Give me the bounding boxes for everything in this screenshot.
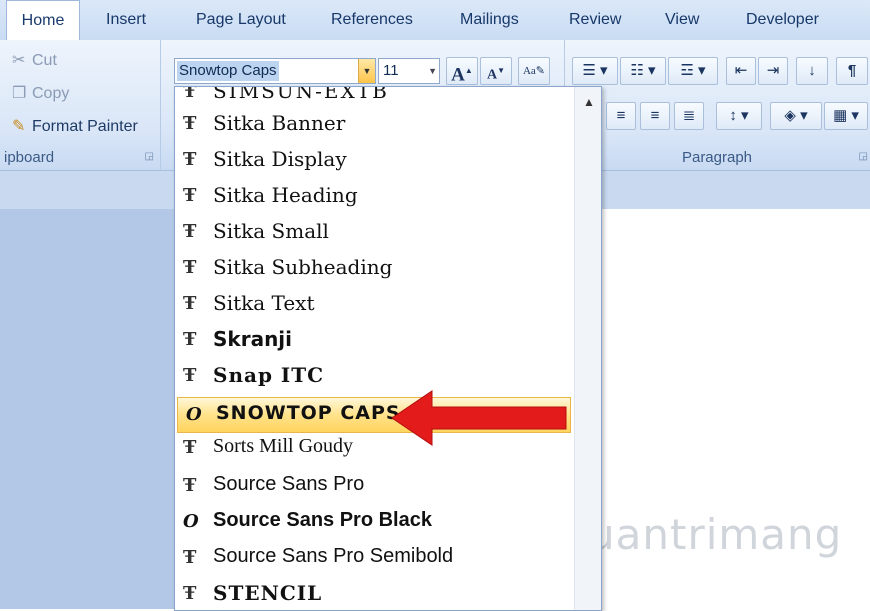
truetype-font-icon: Ŧ	[183, 547, 197, 568]
grow-font-button[interactable]: A▲	[446, 57, 478, 85]
show-hide-icon[interactable]: ¶	[836, 57, 868, 85]
font-list-item[interactable]: Ŧ Source Sans Pro Semibold	[175, 541, 571, 575]
shading-icon[interactable]: ◈ ▾	[770, 102, 822, 130]
font-list-item-label: Source Sans Pro Black	[213, 509, 432, 531]
font-list-item[interactable]: Ŧ Skranji	[175, 323, 571, 357]
clipboard-group: ✂ Cut ❐ Copy ✎ Format Painter ipboard ◲	[0, 40, 161, 170]
red-arrow-annotation	[391, 390, 567, 446]
tab-references[interactable]: References	[331, 0, 413, 40]
truetype-font-icon: Ŧ	[183, 475, 197, 496]
increase-indent-icon[interactable]: ⇥	[758, 57, 788, 85]
decrease-indent-icon[interactable]: ⇤	[726, 57, 756, 85]
multilevel-list-icon[interactable]: ☲ ▾	[668, 57, 718, 85]
font-list-item-label: Sitka Subheading	[213, 255, 393, 279]
watermark-text: uantrimang	[588, 510, 843, 559]
font-dropdown-list[interactable]: Ŧ SIMSUN-EXTB Ŧ Sitka Banner Ŧ Sitka Displa…	[174, 86, 602, 611]
font-list-item-label: Sitka Banner	[213, 111, 346, 135]
opentype-font-icon: O	[186, 404, 202, 425]
font-list-item-label: Source Sans Pro	[213, 473, 365, 495]
truetype-font-icon: Ŧ	[183, 257, 197, 278]
tab-developer[interactable]: Developer	[746, 0, 819, 40]
borders-icon[interactable]: ▦ ▾	[824, 102, 868, 130]
copy-icon: ❐	[12, 85, 27, 102]
font-list-item[interactable]: Ŧ SIMSUN-EXTB	[175, 86, 571, 109]
shrink-font-button[interactable]: A▼	[480, 57, 512, 85]
dialog-launcher-icon[interactable]: ◲	[859, 151, 868, 162]
font-list-item[interactable]: Ŧ Source Sans Pro	[175, 469, 571, 503]
font-list-item-label: SNOWTOP CAPS	[216, 402, 401, 424]
align-right-icon[interactable]: ≡	[640, 102, 670, 130]
font-list-item-label: Source Sans Pro Semibold	[213, 545, 454, 567]
font-list-item-label: Sitka Small	[213, 219, 329, 243]
truetype-font-icon: Ŧ	[183, 86, 197, 102]
left-panel	[0, 209, 175, 609]
paragraph-group-label: Paragraph	[681, 149, 753, 166]
clipboard-group-label: ipboard	[4, 149, 55, 166]
font-list-item[interactable]: Ŧ Sitka Heading	[175, 179, 571, 213]
truetype-font-icon: Ŧ	[183, 583, 197, 604]
font-name-combo[interactable]: Snowtop Caps ▼	[174, 58, 376, 84]
chevron-down-icon[interactable]: ▼	[358, 59, 375, 83]
sort-icon[interactable]: ↓	[796, 57, 828, 85]
tab-home[interactable]: Home	[6, 0, 80, 42]
font-list-item[interactable]: Ŧ Sitka Subheading	[175, 251, 571, 285]
font-list-item-label: Skranji	[213, 327, 293, 351]
font-list-item[interactable]: O Source Sans Pro Black	[175, 505, 571, 539]
tab-insert[interactable]: Insert	[106, 0, 146, 40]
font-list-item[interactable]: Ŧ STENCIL	[175, 577, 571, 610]
scissors-icon: ✂	[12, 52, 26, 69]
cut-button[interactable]: ✂ Cut	[12, 50, 57, 70]
font-list-item-label: Snap ITC	[213, 363, 325, 387]
truetype-font-icon: Ŧ	[183, 329, 197, 350]
chevron-down-icon[interactable]: ▼	[428, 59, 437, 83]
dialog-launcher-icon[interactable]: ◲	[145, 151, 154, 162]
bullets-icon[interactable]: ☰ ▾	[572, 57, 618, 85]
truetype-font-icon: Ŧ	[183, 437, 197, 458]
list-scrollbar[interactable]: ▲	[574, 87, 601, 610]
copy-button[interactable]: ❐ Copy	[12, 83, 69, 103]
tab-page-layout[interactable]: Page Layout	[196, 0, 286, 40]
paintbrush-icon: ✎	[12, 118, 26, 135]
tab-mailings[interactable]: Mailings	[460, 0, 519, 40]
truetype-font-icon: Ŧ	[183, 185, 197, 206]
line-spacing-icon[interactable]: ↕ ▾	[716, 102, 762, 130]
tab-view[interactable]: View	[665, 0, 699, 40]
font-name-value[interactable]: Snowtop Caps	[177, 61, 279, 81]
font-list-item-label: Sorts Mill Goudy	[213, 435, 354, 457]
font-list-item-label: STENCIL	[213, 581, 323, 605]
font-list-item-label: Sitka Heading	[213, 183, 358, 207]
truetype-font-icon: Ŧ	[183, 149, 197, 170]
font-list-item[interactable]: Ŧ Sitka Display	[175, 143, 571, 177]
align-center-icon[interactable]: ≡	[606, 102, 636, 130]
format-painter-button[interactable]: ✎ Format Painter	[12, 116, 138, 136]
truetype-font-icon: Ŧ	[183, 365, 197, 386]
truetype-font-icon: Ŧ	[183, 221, 197, 242]
opentype-font-icon: O	[183, 511, 199, 532]
truetype-font-icon: Ŧ	[183, 113, 197, 134]
font-size-combo[interactable]: 11 ▼	[378, 58, 440, 84]
font-size-value[interactable]: 11	[383, 61, 399, 81]
tab-review[interactable]: Review	[569, 0, 621, 40]
font-list-item-label: Sitka Display	[213, 147, 347, 171]
scroll-up-icon[interactable]: ▲	[583, 95, 595, 109]
ribbon-tab-bar: Home Insert Page Layout References Maili…	[0, 0, 870, 42]
justify-icon[interactable]: ≣	[674, 102, 704, 130]
font-list-item-label: Sitka Text	[213, 291, 315, 315]
clear-formatting-icon[interactable]: Aa✎	[518, 57, 550, 85]
numbering-icon[interactable]: ☷ ▾	[620, 57, 666, 85]
font-list-item[interactable]: Ŧ Sitka Text	[175, 287, 571, 321]
font-list-item[interactable]: Ŧ Sitka Small	[175, 215, 571, 249]
font-list-item[interactable]: Ŧ Sitka Banner	[175, 107, 571, 141]
truetype-font-icon: Ŧ	[183, 293, 197, 314]
